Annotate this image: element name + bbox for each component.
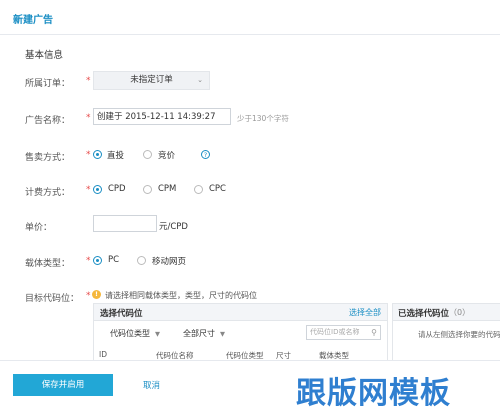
page-header: 新建广告 [0,0,500,35]
ad-name-required-mark: * [86,113,91,123]
selected-slot-title: 已选择代码位 [398,309,450,319]
selected-slot-panel: 已选择代码位 （0） 请从左侧选择你要的代码位 [392,303,500,365]
target-label: 目标代码位： [25,294,80,304]
price-unit: 元/CPD [159,222,188,232]
warning-icon: ! [92,290,101,299]
search-icon: ⚲ [371,328,377,337]
save-enable-button[interactable]: 保存并启用 [13,374,113,396]
page-title: 新建广告 [13,15,53,26]
help-icon[interactable]: ? [201,150,210,159]
order-label: 所属订单： [25,79,71,89]
sale-method-label: 售卖方式： [25,153,71,163]
billing-cpd-label: CPD [108,184,126,194]
chevron-down-icon: ▼ [155,330,160,338]
cancel-button[interactable]: 取消 [143,379,160,391]
size-dropdown-label: 全部尺寸 [183,329,215,338]
sale-method-required-mark: * [86,150,91,160]
sale-direct-radio[interactable] [93,150,102,159]
media-mobile-radio[interactable] [137,256,146,265]
select-slot-panel: 选择代码位 选择全部 代码位类型 ▼ 全部尺寸 ▼ 代码位ID或名称 ⚲ ID 代码… [93,303,388,365]
slot-search-placeholder: 代码位ID或名称 [310,328,360,336]
size-dropdown[interactable]: 全部尺寸 ▼ [183,328,225,339]
billing-cpc-label: CPC [209,184,226,194]
billing-label: 计费方式： [25,188,71,198]
sale-bid-label: 竞价 [158,151,176,161]
billing-cpd-radio[interactable] [93,185,102,194]
target-required-mark: * [86,291,91,301]
media-pc-radio[interactable] [93,256,102,265]
slot-type-dropdown[interactable]: 代码位类型 ▼ [110,328,160,339]
select-slot-title: 选择代码位 [100,309,143,319]
ad-name-input[interactable]: 创建于 2015-12-11 14:39:27 [93,108,231,125]
target-tip: 请选择相同载体类型，类型，尺寸的代码位 [105,291,257,300]
watermark-logo: 跟版网模板 [296,376,451,411]
ad-name-hint: 少于130个字符 [237,114,289,123]
select-slot-header: 选择代码位 选择全部 [94,304,387,321]
selected-slot-count: （0） [449,308,471,317]
billing-cpm-radio[interactable] [143,185,152,194]
sale-bid-radio[interactable] [143,150,152,159]
billing-cpc-radio[interactable] [194,185,203,194]
ad-name-label: 广告名称： [25,116,71,126]
slot-type-dropdown-label: 代码位类型 [110,329,150,338]
selected-slot-header: 已选择代码位 （0） [393,304,500,321]
section-title: 基本信息 [25,50,64,61]
media-required-mark: * [86,256,91,266]
price-input[interactable] [93,215,157,232]
price-label: 单价： [25,223,53,233]
order-required-mark: * [86,76,91,86]
slot-search-input[interactable]: 代码位ID或名称 ⚲ [306,325,381,340]
chevron-down-icon: ⌄ [197,76,203,84]
sale-direct-label: 直投 [107,151,125,161]
billing-required-mark: * [86,185,91,195]
media-pc-label: PC [108,255,120,265]
order-select[interactable]: 未指定订单 ⌄ [93,71,210,90]
col-id: ID [99,350,107,359]
media-label: 载体类型： [25,259,71,269]
billing-cpm-label: CPM [158,184,177,194]
selected-slot-empty-message: 请从左侧选择你要的代码位 [418,330,500,339]
chevron-down-icon: ▼ [220,330,225,338]
select-all-link[interactable]: 选择全部 [349,307,381,318]
media-mobile-label: 移动网页 [152,257,187,267]
order-select-value: 未指定订单 [130,75,173,85]
